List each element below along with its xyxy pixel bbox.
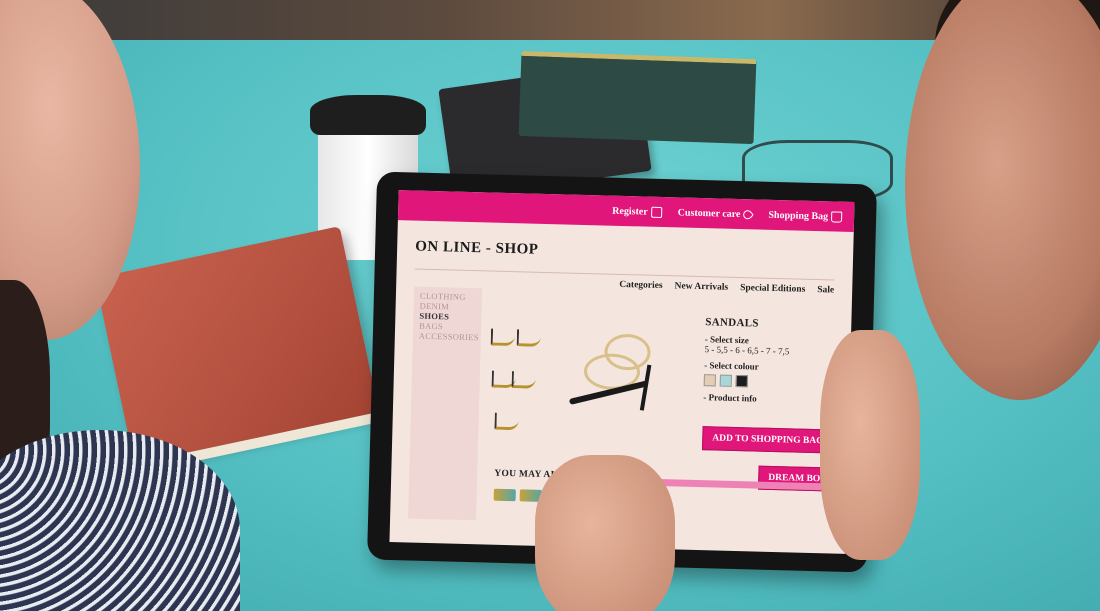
main-sandal-image bbox=[563, 322, 685, 411]
shop-title: ON LINE - SHOP bbox=[415, 238, 539, 258]
sandal-thumb-icon bbox=[511, 371, 536, 389]
thumbnail-2[interactable] bbox=[489, 365, 545, 392]
customer-care-label: Customer care bbox=[677, 206, 741, 220]
subnav-new-arrivals[interactable]: New Arrivals bbox=[674, 281, 728, 292]
swatch-aqua[interactable] bbox=[719, 374, 732, 387]
add-to-shopping-bag-button[interactable]: ADD TO SHOPPING BAG bbox=[701, 426, 834, 454]
thumbnail-1[interactable] bbox=[490, 323, 547, 350]
product-thumbnails bbox=[488, 323, 546, 450]
subnav-sale[interactable]: Sale bbox=[817, 285, 834, 295]
sandal-thumb-icon bbox=[494, 412, 519, 431]
swatch-black[interactable] bbox=[735, 374, 748, 388]
title-divider bbox=[414, 268, 835, 281]
green-book bbox=[518, 50, 757, 145]
man-face-right bbox=[905, 0, 1100, 400]
shopping-bag-label: Shopping Bag bbox=[768, 209, 829, 222]
category-sidebar: CLOTHING DENIM SHOES BAGS ACCESSORIES bbox=[408, 286, 483, 521]
register-link[interactable]: Register bbox=[612, 205, 662, 218]
register-label: Register bbox=[612, 205, 648, 218]
sandal-thumb-icon bbox=[490, 328, 516, 347]
red-leather-notebook bbox=[94, 226, 380, 464]
suggested-item[interactable] bbox=[493, 488, 516, 502]
swatch-beige[interactable] bbox=[703, 374, 716, 387]
customer-care-link[interactable]: Customer care bbox=[677, 206, 755, 221]
product-name: SANDALS bbox=[705, 316, 759, 330]
photo-scene: Register Customer care Shopping Bag ON L… bbox=[0, 0, 1100, 611]
shop-subnav: Categories New Arrivals Special Editions… bbox=[619, 280, 834, 296]
sidebar-item-accessories[interactable]: ACCESSORIES bbox=[419, 331, 481, 343]
thumbnail-3[interactable] bbox=[488, 407, 544, 434]
shopping-bag-link[interactable]: Shopping Bag bbox=[768, 209, 843, 223]
sandal-thumb-icon bbox=[516, 329, 542, 347]
coffee-cup-lid bbox=[310, 95, 426, 135]
subnav-special-editions[interactable]: Special Editions bbox=[740, 283, 805, 295]
bag-icon bbox=[831, 210, 843, 223]
holding-hand bbox=[820, 330, 920, 560]
select-colour-label[interactable]: - Select colour bbox=[704, 360, 844, 374]
subnav-categories[interactable]: Categories bbox=[619, 280, 663, 291]
shop-topbar: Register Customer care Shopping Bag bbox=[397, 190, 855, 233]
phone-icon bbox=[650, 206, 662, 218]
heart-icon bbox=[741, 207, 755, 221]
pointing-hand bbox=[535, 455, 675, 611]
